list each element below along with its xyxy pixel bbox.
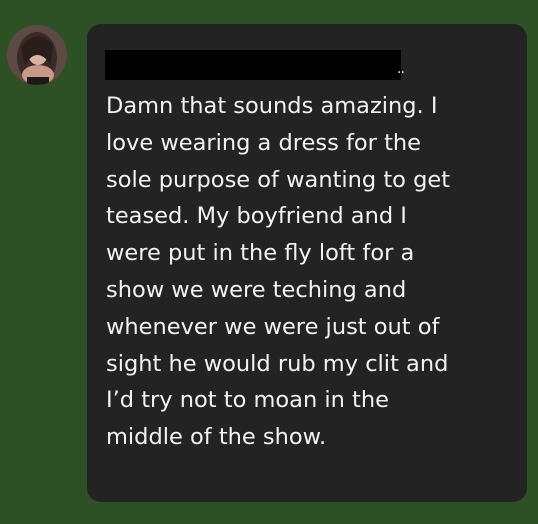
message-text: Damn that sounds amazing. I love wearing… [106,93,451,451]
redacted-sender-name [105,50,401,80]
sender-name-suffix: .. [397,61,405,77]
avatar[interactable] [7,25,67,85]
avatar-photo-icon [7,25,67,85]
message-bubble: .. Damn that sounds amazing. I love wear… [87,24,527,502]
